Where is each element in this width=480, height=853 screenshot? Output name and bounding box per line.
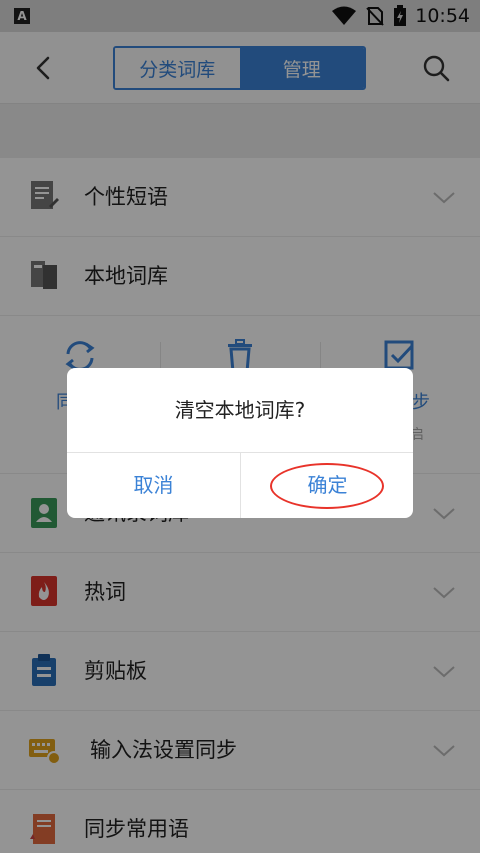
dialog-message: 清空本地词库?: [174, 398, 306, 422]
confirm-dialog: 清空本地词库? 取消 确定: [67, 368, 413, 518]
confirm-button[interactable]: 确定: [241, 453, 413, 518]
cancel-button[interactable]: 取消: [67, 453, 240, 518]
